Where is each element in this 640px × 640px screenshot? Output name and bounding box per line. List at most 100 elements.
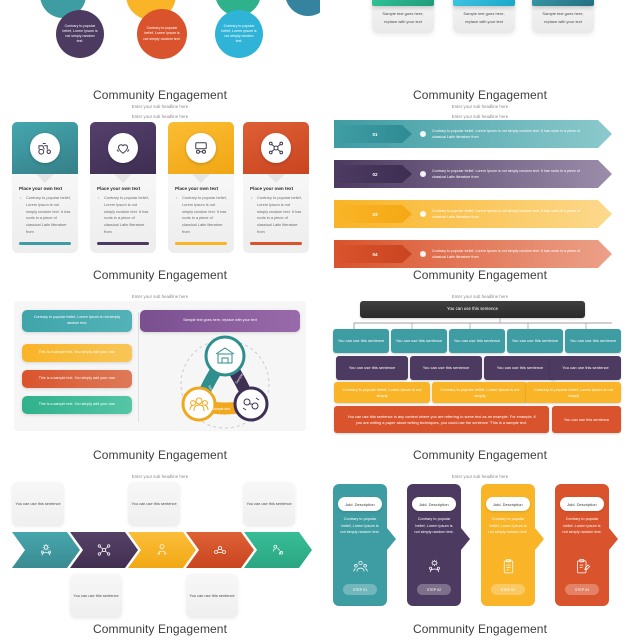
note-card-top[interactable]: You can use this sentence [12, 482, 64, 526]
slide-subtitle: Enter your sub headline here [131, 114, 189, 119]
slide-title: Community Engagement [92, 448, 228, 462]
pillar-body: Place your own text Contrary to popular … [168, 174, 234, 253]
step-panel[interactable]: Add. Description Contrary to popular bel… [481, 484, 544, 606]
matrix-block-purple[interactable]: You can use this sentence [550, 356, 621, 380]
slide-title: Community Engagement [412, 448, 548, 462]
network-people-icon [261, 133, 291, 163]
block-text: You can use this sentence [511, 338, 559, 343]
balloon-card[interactable]: Contrary to popular belief, Lorem Ipsum … [56, 10, 104, 58]
matrix-block-teal[interactable]: You can use this sentence [391, 329, 447, 353]
step-panel[interactable]: Add. Description Contrary to popular bel… [407, 484, 470, 606]
step-button[interactable]: STEP 01 [343, 584, 377, 595]
step-description-label[interactable]: Add. Description [486, 497, 530, 511]
step-button[interactable]: STEP 03 [491, 584, 525, 595]
slide-chevron-process[interactable]: Enter your sub headline here You can use… [0, 470, 320, 640]
card-header[interactable]: Add. Description [372, 0, 434, 6]
slide-numbered-arrows[interactable]: Enter your sub headline here 01 Contrary… [320, 110, 640, 290]
note-text: You can use this sentence [189, 593, 235, 599]
header-pill-right[interactable]: Sample text goes here, replace with your… [140, 310, 300, 332]
matrix-block-teal[interactable]: You can use this sentence [565, 329, 621, 353]
bullet-dot-icon [420, 131, 426, 137]
sample-pill[interactable]: This is a sample text. You simply add yo… [22, 396, 132, 414]
arrow-bar[interactable]: 03 Contrary to popular belief, Lorem Ips… [334, 200, 612, 228]
description-card[interactable]: Add. Description Sample text goes here, … [453, 0, 515, 34]
note-card-top[interactable]: You can use this sentence [243, 482, 295, 526]
arrow-number: 02 [338, 165, 412, 183]
chevron-step[interactable] [12, 532, 80, 568]
pillar-top [90, 122, 156, 183]
matrix-block-yellow[interactable]: Contrary to popular belief, Lorem Ipsum … [334, 382, 430, 403]
step-description-label[interactable]: Add. Description [560, 497, 604, 511]
description-card[interactable]: Add. Description Sample text goes here, … [532, 0, 594, 34]
pillar-card[interactable]: Place your own text Contrary to popular … [90, 122, 156, 253]
block-text: You can use this sentence [453, 338, 501, 343]
step-button[interactable]: STEP 02 [417, 584, 451, 595]
gear-community-icon [407, 558, 461, 575]
slide-title: Community Engagement [412, 88, 548, 102]
chevron-step[interactable] [244, 532, 312, 568]
sample-pill[interactable]: This is a sample text. You simply add yo… [22, 344, 132, 362]
pillar-top [168, 122, 234, 183]
pillar-card[interactable]: Place your own text Contrary to popular … [168, 122, 234, 253]
step-panel[interactable]: Add. Description Contrary to popular bel… [555, 484, 618, 606]
chevron-step[interactable] [70, 532, 138, 568]
step-panel[interactable]: Add. Description Contrary to popular bel… [333, 484, 396, 606]
pillar-bullet: Contrary to popular belief, Lorem Ipsum … [98, 195, 149, 236]
block-text: You can use this sentence [562, 365, 609, 370]
slide-title: Community Engagement [92, 268, 228, 282]
note-card-bottom[interactable]: You can use this sentence [186, 574, 238, 618]
slide-heading: Community Engagement Enter your sub head… [0, 88, 320, 109]
arrow-bar[interactable]: 04 Contrary to popular belief, Lorem Ips… [334, 240, 612, 268]
matrix-block-yellow[interactable]: Contrary to popular belief, Lorem Ipsum … [526, 382, 621, 403]
block-text: Contrary to popular belief, Lorem Ipsum … [342, 386, 422, 398]
matrix-block-teal[interactable]: You can use this sentence [333, 329, 389, 353]
matrix-block-teal[interactable]: You can use this sentence [507, 329, 563, 353]
root-block[interactable]: You can use this sentence [360, 301, 585, 318]
slide-description-cards[interactable]: Add. Description Sample text goes here, … [320, 0, 640, 110]
balloon-top [285, 0, 320, 16]
gear-group-icon [212, 542, 228, 558]
slide-pills-cycle[interactable]: Enter your sub headline here Contrary to… [0, 290, 320, 470]
slide-step-panels[interactable]: Enter your sub headline here Add. Descri… [320, 470, 640, 640]
note-card-bottom[interactable]: You can use this sentence [70, 574, 122, 618]
sample-pill[interactable]: This is a sample text. You simply add yo… [22, 370, 132, 388]
slide-icon-pillars[interactable]: Enter your sub headline here Place your … [0, 110, 320, 290]
chevron-step[interactable] [186, 532, 254, 568]
community-people-icon [333, 558, 387, 575]
pillar-arrow [267, 174, 285, 183]
bullet-dot-icon [420, 251, 426, 257]
card-header[interactable]: Add. Description [453, 0, 515, 6]
arrow-text: Contrary to popular belief, Lorem Ipsum … [432, 128, 580, 139]
chevron-step[interactable] [128, 532, 196, 568]
matrix-block-purple[interactable]: You can use this sentence [336, 356, 408, 380]
matrix-block-purple[interactable]: You can use this sentence [410, 356, 482, 380]
note-card-top[interactable]: You can use this sentence [128, 482, 180, 526]
header-pill-left[interactable]: Contrary to popular belief, Lorem Ipsum … [22, 310, 132, 332]
balloon-card[interactable]: Contrary to popular belief, Lorem Ipsum … [137, 9, 187, 59]
slide-subtitle: Enter your sub headline here [451, 104, 509, 109]
arrow-bar[interactable]: 01 Contrary to popular belief, Lorem Ips… [334, 120, 612, 148]
slide-heading: Community Engagement [320, 622, 640, 636]
matrix-block-orange[interactable]: You can use this sentence [552, 406, 621, 433]
slide-hanging-balloons[interactable]: Contrary to popular belief, Lorem Ipsum … [0, 0, 320, 110]
slide-title: Community Engagement [412, 622, 548, 636]
arrow-text: Contrary to popular belief, Lorem Ipsum … [432, 168, 580, 179]
slide-title: Community Engagement [92, 622, 228, 636]
pillar-card[interactable]: Place your own text Contrary to popular … [12, 122, 78, 253]
balloon-card[interactable]: Contrary to popular belief, Lorem Ipsum … [215, 10, 263, 58]
pillar-arrow [36, 174, 54, 183]
slide-matrix-blocks[interactable]: Enter your sub headline here You can use… [320, 290, 640, 470]
description-card[interactable]: Add. Description Sample text goes here, … [372, 0, 434, 34]
step-button[interactable]: STEP 04 [565, 584, 599, 595]
step-description-label[interactable]: Add. Description [338, 497, 382, 511]
matrix-block-orange-wide[interactable]: You can use this sentence in any context… [334, 406, 549, 433]
matrix-block-yellow[interactable]: Contrary to popular belief, Lorem Ipsum … [432, 382, 528, 403]
arrow-bar[interactable]: 02 Contrary to popular belief, Lorem Ips… [334, 160, 612, 188]
matrix-block-teal[interactable]: You can use this sentence [449, 329, 505, 353]
block-text: You can use this sentence [563, 416, 610, 422]
pillar-card[interactable]: Place your own text Contrary to popular … [243, 122, 309, 253]
pillar-accent-bar [97, 241, 149, 245]
matrix-block-purple[interactable]: You can use this sentence [484, 356, 556, 380]
step-description-label[interactable]: Add. Description [412, 497, 456, 511]
card-header[interactable]: Add. Description [532, 0, 594, 6]
